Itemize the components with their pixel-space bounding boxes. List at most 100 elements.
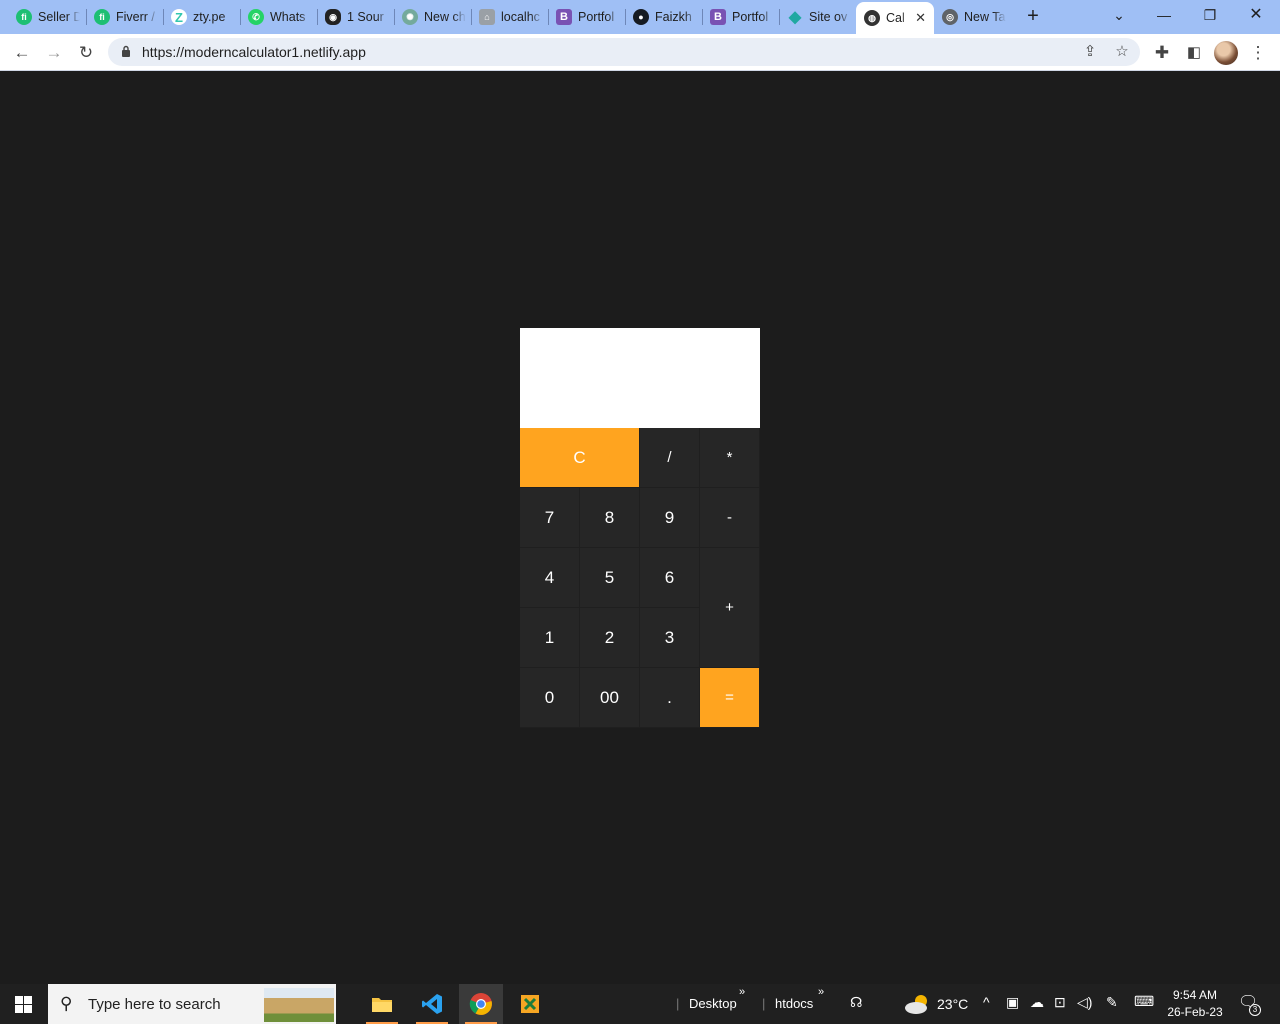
tab-label: Site ov: [809, 10, 848, 24]
desktop-toolbar[interactable]: Desktop: [689, 996, 737, 1011]
tab-whatsapp[interactable]: ✆ Whats: [240, 4, 320, 30]
digit-9-button[interactable]: 9: [640, 488, 700, 548]
tab-portfolio-2[interactable]: B Portfol: [702, 4, 782, 30]
tab-github[interactable]: ● Faizkh: [625, 4, 705, 30]
tab-localhost[interactable]: ⌂ localhc: [471, 4, 551, 30]
chrome-icon: [469, 993, 492, 1015]
weather-temperature[interactable]: 23°C: [937, 996, 968, 1012]
localhost-icon: ⌂: [479, 9, 495, 25]
tab-label: Portfol: [578, 10, 615, 24]
folder-icon: [372, 998, 392, 1012]
taskbar-clock[interactable]: 9:54 AM 26-Feb-23: [1160, 987, 1230, 1021]
volume-icon[interactable]: ◁): [1077, 994, 1092, 1011]
fiverr-icon: fi: [94, 9, 110, 25]
digit-1-button[interactable]: 1: [520, 608, 580, 668]
taskbar-xampp[interactable]: [508, 984, 552, 1024]
digit-6-button[interactable]: 6: [640, 548, 700, 608]
decimal-button[interactable]: .: [640, 668, 700, 728]
address-bar[interactable]: https://moderncalculator1.netlify.app ⇪ …: [108, 38, 1140, 66]
pen-icon[interactable]: ✎: [1106, 994, 1118, 1011]
whatsapp-icon: ✆: [248, 9, 264, 25]
minus-button[interactable]: -: [700, 488, 760, 548]
digit-2-button[interactable]: 2: [580, 608, 640, 668]
notification-count-badge: 3: [1249, 1004, 1261, 1016]
ztype-icon: Z: [171, 9, 187, 25]
tab-label: Seller D: [38, 10, 80, 24]
divide-button[interactable]: /: [640, 428, 700, 488]
network-icon[interactable]: ⊡: [1054, 994, 1066, 1011]
openai-icon: ✺: [402, 9, 418, 25]
tab-strip: fi Seller D fi Fiverr / Z zty.pe ✆ Whats…: [0, 0, 1280, 34]
new-tab-button[interactable]: +: [1022, 6, 1044, 28]
search-placeholder: Type here to search: [88, 996, 221, 1013]
keyboard-icon[interactable]: ⌨: [1134, 993, 1154, 1010]
equals-button[interactable]: =: [700, 668, 760, 728]
browser-toolbar: ← → ↻ https://moderncalculator1.netlify.…: [0, 34, 1280, 71]
lock-icon[interactable]: [121, 45, 131, 57]
windows-start-icon[interactable]: [15, 996, 32, 1013]
tab-new-tab[interactable]: ◎ New Ta: [934, 4, 1014, 30]
eye-icon: ◉: [325, 9, 341, 25]
tab-site-overview[interactable]: ◆ Site ov: [779, 4, 859, 30]
bookmark-star-icon[interactable]: ☆: [1112, 42, 1132, 62]
people-icon[interactable]: ☊: [850, 994, 862, 1011]
github-icon: ●: [633, 9, 649, 25]
desktop-toolbar-chevron-icon[interactable]: »: [739, 986, 745, 998]
tab-ztype[interactable]: Z zty.pe: [163, 4, 243, 30]
close-tab-icon[interactable]: ✕: [915, 10, 926, 26]
calculator: C / * 7 8 9 - 4 5 6 + 1 2 3 0 00 . =: [520, 328, 760, 728]
digit-8-button[interactable]: 8: [580, 488, 640, 548]
tab-source[interactable]: ◉ 1 Sour: [317, 4, 397, 30]
digit-5-button[interactable]: 5: [580, 548, 640, 608]
tab-label: Whats: [270, 10, 306, 24]
toolbar-divider: |: [676, 996, 680, 1011]
digit-7-button[interactable]: 7: [520, 488, 580, 548]
weather-cloud-icon[interactable]: [903, 994, 931, 1014]
tab-label: Fiverr /: [116, 10, 155, 24]
onedrive-icon[interactable]: ☁: [1030, 994, 1044, 1011]
close-window-button[interactable]: ✕: [1245, 4, 1267, 26]
tab-portfolio-1[interactable]: B Portfol: [548, 4, 628, 30]
forward-arrow-icon[interactable]: →: [42, 41, 66, 65]
tab-label: Portfol: [732, 10, 769, 24]
calculator-display[interactable]: [520, 328, 760, 428]
share-icon[interactable]: ⇪: [1080, 42, 1100, 62]
tab-search-chevron-icon[interactable]: ⌄: [1108, 4, 1130, 26]
profile-avatar[interactable]: [1214, 41, 1238, 65]
taskbar-file-explorer[interactable]: [360, 984, 404, 1024]
taskbar-vscode[interactable]: [410, 984, 454, 1024]
tab-label: localhc: [501, 10, 540, 24]
clear-button[interactable]: C: [520, 428, 640, 488]
taskbar-search-box[interactable]: ⚲ Type here to search: [48, 984, 336, 1024]
camera-icon[interactable]: ▣: [1006, 994, 1019, 1011]
show-hidden-icons-chevron-icon[interactable]: ^: [983, 994, 990, 1010]
chrome-icon: ◎: [942, 9, 958, 25]
netlify-icon: ◆: [788, 9, 802, 26]
bootstrap-icon: B: [710, 9, 726, 25]
taskbar-chrome[interactable]: [459, 984, 503, 1024]
tab-new-chat[interactable]: ✺ New ch: [394, 4, 474, 30]
tab-fiverr[interactable]: fi Fiverr /: [86, 4, 166, 30]
minimize-button[interactable]: —: [1153, 4, 1175, 26]
double-zero-button[interactable]: 00: [580, 668, 640, 728]
plus-button[interactable]: +: [700, 548, 760, 668]
back-arrow-icon[interactable]: ←: [10, 41, 34, 65]
side-panel-icon[interactable]: ◧: [1182, 41, 1206, 65]
globe-icon: ◍: [864, 10, 880, 26]
tab-seller-dashboard[interactable]: fi Seller D: [8, 4, 88, 30]
menu-kebab-icon[interactable]: ⋮: [1246, 41, 1270, 65]
digit-4-button[interactable]: 4: [520, 548, 580, 608]
tab-label: New ch: [424, 10, 466, 24]
restore-button[interactable]: ❐: [1199, 4, 1221, 26]
multiply-button[interactable]: *: [700, 428, 760, 488]
clock-time: 9:54 AM: [1172, 988, 1218, 1002]
htdocs-toolbar-chevron-icon[interactable]: »: [818, 986, 824, 998]
vscode-icon: [422, 994, 442, 1014]
tab-calculator-active[interactable]: ◍ Cal ✕: [856, 2, 934, 34]
digit-0-button[interactable]: 0: [520, 668, 580, 728]
extensions-puzzle-icon[interactable]: ✚: [1150, 41, 1174, 65]
tab-label: zty.pe: [193, 10, 226, 24]
htdocs-toolbar[interactable]: htdocs: [775, 996, 813, 1011]
digit-3-button[interactable]: 3: [640, 608, 700, 668]
reload-icon[interactable]: ↻: [74, 41, 98, 65]
